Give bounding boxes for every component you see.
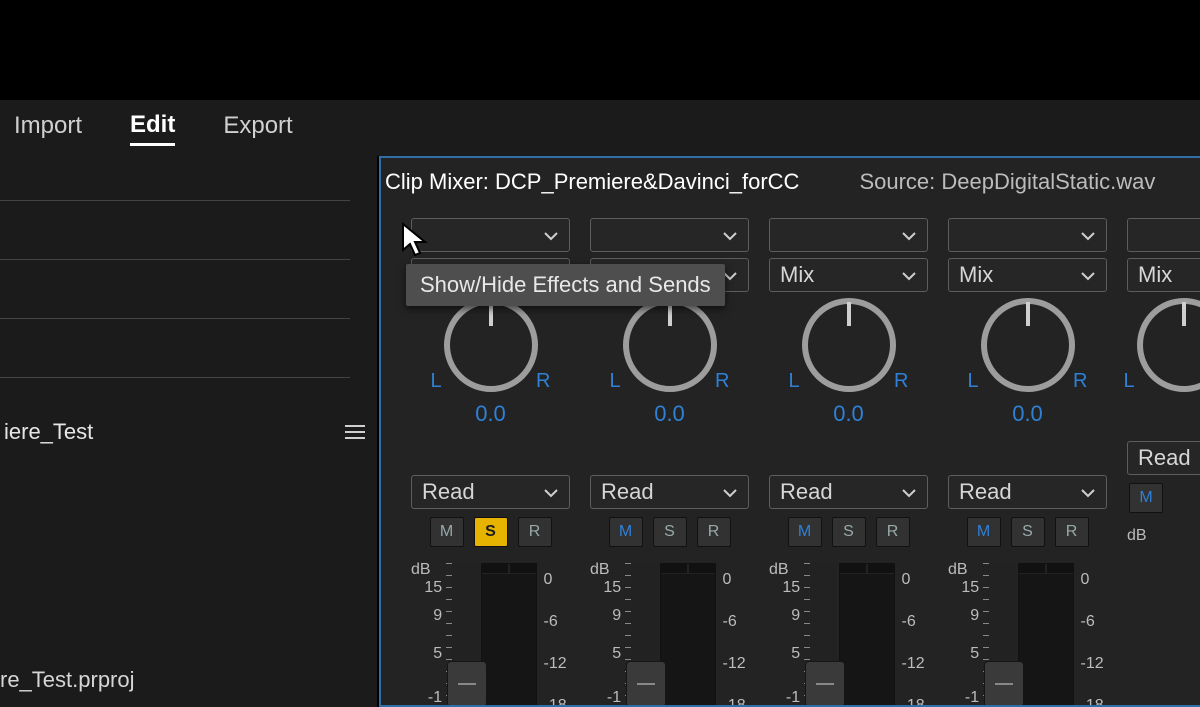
chevron-down-icon [722, 222, 738, 248]
project-file-name[interactable]: re_Test.prproj [0, 667, 135, 693]
chevron-down-icon [1080, 262, 1096, 288]
pan-right-label: R [536, 370, 550, 393]
automation-mode-dropdown[interactable]: Read [769, 475, 928, 509]
automation-mode-dropdown[interactable]: Read [1127, 441, 1200, 475]
solo-button[interactable]: S [474, 517, 508, 547]
asset-name[interactable]: iere_Test [4, 419, 93, 445]
pan-knob[interactable] [623, 298, 717, 392]
tab-import[interactable]: Import [14, 112, 82, 144]
fx-slot-dropdown[interactable] [1127, 218, 1200, 252]
record-button[interactable]: R [876, 517, 910, 547]
level-meter [481, 563, 538, 707]
divider [0, 377, 350, 378]
automation-mode-dropdown[interactable]: Read [411, 475, 570, 509]
mute-button[interactable]: M [967, 517, 1001, 547]
solo-button[interactable]: S [832, 517, 866, 547]
pan-left-label: L [431, 370, 442, 393]
automation-mode-dropdown[interactable]: Read [590, 475, 749, 509]
record-button[interactable]: R [1055, 517, 1089, 547]
panel-menu-icon[interactable] [345, 425, 365, 439]
fader-scale-left: dB 15 9 5 -1 [411, 561, 448, 707]
level-meter [839, 563, 896, 707]
record-button[interactable]: R [518, 517, 552, 547]
tab-clip-mixer[interactable]: Clip Mixer: DCP_Premiere&Davinci_forCC [385, 169, 799, 195]
chevron-down-icon [722, 479, 738, 505]
send-dropdown[interactable]: Mix [1127, 258, 1200, 292]
fader-handle[interactable] [805, 661, 845, 707]
automation-mode-dropdown[interactable]: Read [948, 475, 1107, 509]
level-meter [1018, 563, 1075, 707]
mute-button[interactable]: M [1129, 483, 1163, 513]
solo-button[interactable]: S [653, 517, 687, 547]
chevron-down-icon [1080, 222, 1096, 248]
fx-slot-dropdown[interactable] [948, 218, 1107, 252]
mute-button[interactable]: M [430, 517, 464, 547]
tab-edit[interactable]: Edit [130, 111, 175, 146]
tooltip-show-hide-effects: Show/Hide Effects and Sends [406, 264, 725, 306]
volume-fader[interactable] [989, 563, 1016, 707]
channel-strip: Mix LR0.0 Read MSR dB1595-1 0-6-12-18 [759, 206, 938, 707]
record-button[interactable]: R [697, 517, 731, 547]
volume-fader[interactable] [452, 563, 479, 707]
meter-scale-right: 0 -6 -12 -18 [543, 561, 570, 707]
pan-value: 0.0 [475, 401, 506, 427]
title-bar-blackout [0, 0, 1200, 100]
tab-source-monitor[interactable]: Source: DeepDigitalStatic.wav [859, 169, 1155, 195]
chevron-down-icon [901, 262, 917, 288]
pan-knob[interactable] [802, 298, 896, 392]
send-dropdown[interactable]: Mix [769, 258, 928, 292]
chevron-down-icon [901, 222, 917, 248]
fader-handle[interactable] [984, 661, 1024, 707]
fader-handle[interactable] [626, 661, 666, 707]
pan-knob[interactable] [444, 298, 538, 392]
clip-mixer-panel: Clip Mixer: DCP_Premiere&Davinci_forCC S… [379, 156, 1200, 707]
fx-slot-dropdown[interactable] [411, 218, 570, 252]
workspace-tabs: Import Edit Export [0, 100, 1200, 156]
mute-button[interactable]: M [609, 517, 643, 547]
chevron-down-icon [1080, 479, 1096, 505]
workspace: iere_Test re_Test.prproj Clip Mixer: DCP… [0, 156, 1200, 707]
fx-slot-dropdown[interactable] [769, 218, 928, 252]
channel-strip: Mix LR0.0 Read MSR dB1595-1 0-6-12-18 [938, 206, 1117, 707]
pan-value: 0.0 [654, 401, 685, 427]
fx-slot-dropdown[interactable] [590, 218, 749, 252]
mute-button[interactable]: M [788, 517, 822, 547]
solo-button[interactable]: S [1011, 517, 1045, 547]
level-meter [660, 563, 717, 707]
pan-value: 0.0 [1012, 401, 1043, 427]
automation-mode-value: Read [422, 479, 475, 505]
pan-knob[interactable] [981, 298, 1075, 392]
tab-export[interactable]: Export [223, 112, 292, 144]
volume-fader[interactable] [810, 563, 837, 707]
channel-strip: Mix L Read M dB [1117, 206, 1200, 707]
chevron-down-icon [543, 222, 559, 248]
volume-fader[interactable] [631, 563, 658, 707]
pan-value: 0.0 [833, 401, 864, 427]
project-panel: iere_Test re_Test.prproj [0, 156, 379, 707]
chevron-down-icon [543, 479, 559, 505]
send-dropdown[interactable]: Mix [948, 258, 1107, 292]
chevron-down-icon [901, 479, 917, 505]
fader-handle[interactable] [447, 661, 487, 707]
